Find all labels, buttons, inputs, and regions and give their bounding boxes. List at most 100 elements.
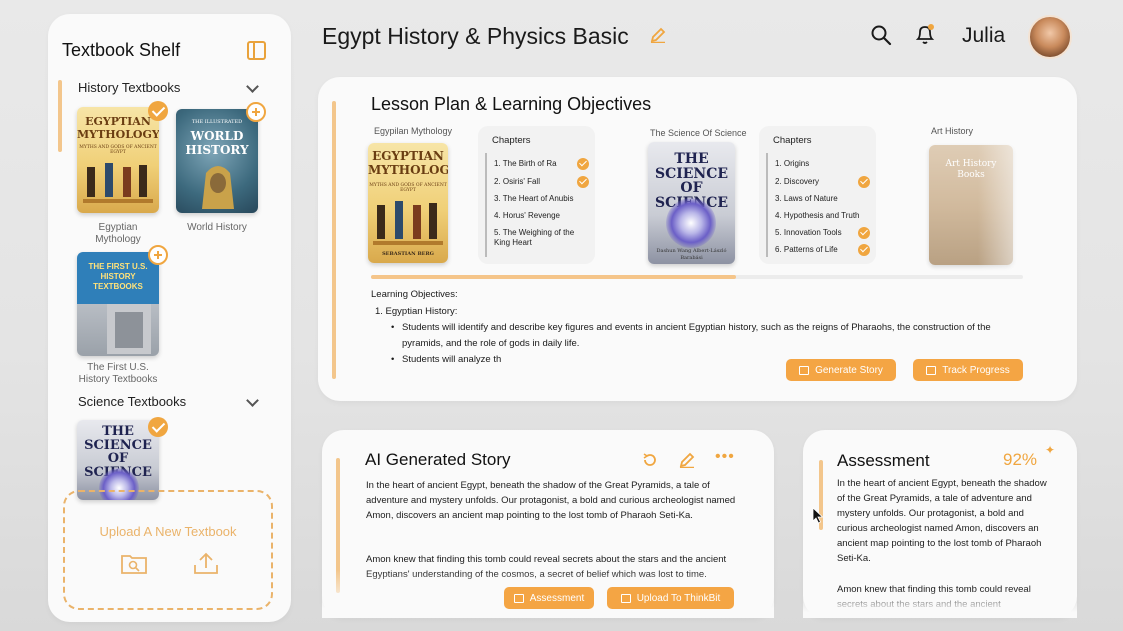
chapter-item[interactable]: 5. The Weighing of the King Heart <box>494 228 590 248</box>
chapter-item[interactable]: 3. Laws of Nature <box>775 194 838 204</box>
folder-search-icon[interactable] <box>121 552 147 574</box>
pharaoh-mask-illustration <box>202 166 234 209</box>
check-icon <box>858 244 870 256</box>
chapter-item[interactable]: 2. Discovery <box>775 177 819 187</box>
avatar[interactable] <box>1028 15 1072 59</box>
book-cover-subtitle: MYTHS AND GODS OF ANCIENT EGYPT <box>79 145 157 155</box>
bell-icon[interactable] <box>913 22 937 46</box>
check-icon[interactable] <box>148 101 168 121</box>
story-paragraph: In the heart of ancient Egypt, beneath t… <box>366 480 736 521</box>
chapters-track <box>485 153 487 257</box>
upload-icon[interactable] <box>193 552 219 574</box>
upload-textbook-dropzone[interactable]: Upload A New Textbook <box>63 490 273 610</box>
chapters-card-science: Chapters 1. Origins 2. Discovery 3. Laws… <box>759 126 876 264</box>
lesson-book-science-of-science[interactable]: THE SCIENCE OF SCIENCE Dashun Wang Alber… <box>648 142 735 264</box>
shelf-scroll-indicator[interactable] <box>58 80 62 152</box>
book-label-science: The Science Of Science <box>650 128 747 138</box>
lesson-scroll-indicator[interactable] <box>332 101 336 379</box>
pencil-icon[interactable] <box>650 27 666 43</box>
check-icon[interactable] <box>148 417 168 437</box>
assessment-card: Assessment 92% ✦ In the heart of ancient… <box>803 430 1077 618</box>
book-caption-us: The First U.S. History Textbooks <box>78 362 158 385</box>
upload-label: Upload A New Textbook <box>99 524 237 539</box>
burst-illustration <box>666 198 716 248</box>
refresh-icon[interactable] <box>642 452 658 468</box>
check-icon <box>577 158 589 170</box>
generate-story-button[interactable]: Generate Story <box>786 359 896 381</box>
book-cover-subtitle: MYTHS AND GODS OF ANCIENT EGYPT <box>369 183 447 193</box>
chapter-item[interactable]: 1. Origins <box>775 159 809 169</box>
chapters-track <box>766 153 768 257</box>
book-cover-title: WORLD HISTORY <box>185 129 249 157</box>
track-progress-label: Track Progress <box>942 364 1010 376</box>
story-title: AI Generated Story <box>365 450 511 469</box>
book-label-art: Art History <box>931 126 974 136</box>
bullet-dot: • <box>391 322 395 333</box>
pencil-icon[interactable] <box>679 452 695 468</box>
egyptian-figures-illustration <box>373 201 443 245</box>
book-cover-title: THE FIRST U.S. HISTORY TEXTBOOKS <box>88 262 148 291</box>
check-icon <box>858 227 870 239</box>
lesson-progress-track[interactable] <box>371 275 1023 279</box>
lesson-book-egyptian-mythology[interactable]: EGYPTIAN MYTHOLOGY MYTHS AND GODS OF ANC… <box>368 143 448 263</box>
shelf-title: Textbook Shelf <box>62 40 181 60</box>
ai-story-card: AI Generated Story ••• In the heart of a… <box>322 430 774 618</box>
objectives-heading: Learning Objectives: <box>371 289 458 300</box>
assessment-button[interactable]: Assessment <box>504 587 594 609</box>
plus-icon[interactable] <box>148 245 168 265</box>
lesson-plan-title: Lesson Plan & Learning Objectives <box>371 94 652 114</box>
assessment-title: Assessment <box>837 451 930 470</box>
carousel-fade <box>978 117 1068 277</box>
book-caption-world: World History <box>187 222 247 233</box>
generate-story-label: Generate Story <box>815 364 883 376</box>
objective-bullet: Students will identify and describe key … <box>402 322 991 349</box>
book-author: SEBASTIAN BERG <box>382 251 434 257</box>
chapter-item[interactable]: 2. Osiris' Fall <box>494 177 540 187</box>
book-science-of-science[interactable]: THE SCIENCE OF SCIENCE <box>77 420 159 500</box>
check-icon <box>577 176 589 188</box>
story-icon <box>799 365 810 375</box>
upload-thinkbit-button[interactable]: Upload To ThinkBit <box>607 587 734 609</box>
book-egyptian-mythology[interactable]: EGYPTIAN MYTHOLOGY MYTHS AND GODS OF ANC… <box>77 107 159 213</box>
objective-title: 1. Egyptian History: <box>375 306 458 317</box>
section-science-textbooks[interactable]: Science Textbooks <box>78 394 186 409</box>
book-caption-egyptian: Egyptian Mythology <box>95 222 141 245</box>
textbook-shelf-panel: Textbook Shelf History Textbooks EGYPTIA… <box>48 14 291 622</box>
lesson-progress-fill <box>371 275 737 279</box>
book-cover-title: EGYPTIAN MYTHOLOGY <box>77 115 159 141</box>
chapters-card-egyptian: Chapters 1. The Birth of Ra 2. Osiris' F… <box>478 126 595 264</box>
egyptian-figures-illustration <box>83 163 153 203</box>
book-world-history[interactable]: THE ILLUSTRATED WORLD HISTORY <box>176 109 258 213</box>
sidebar-toggle-icon[interactable] <box>247 41 266 60</box>
chapter-item[interactable]: 4. Horus' Revenge <box>494 211 560 221</box>
progress-icon <box>926 365 937 375</box>
lesson-plan-card: Lesson Plan & Learning Objectives Egypil… <box>318 77 1077 401</box>
assessment-fade <box>803 590 1077 618</box>
chapter-item[interactable]: 1. The Birth of Ra <box>494 159 557 169</box>
page-title: Egypt History & Physics Basic <box>322 23 629 49</box>
track-progress-button[interactable]: Track Progress <box>913 359 1023 381</box>
assessment-label: Assessment <box>529 592 585 604</box>
search-icon[interactable] <box>870 24 892 46</box>
assessment-score: 92% <box>1003 450 1038 469</box>
book-label-egyptian: Egypilan Mythology <box>374 126 453 136</box>
chapter-item[interactable]: 5. Innovation Tools <box>775 228 842 238</box>
cursor-icon <box>812 507 824 524</box>
chapter-item[interactable]: 6. Patterns of Life <box>775 245 838 255</box>
chevron-down-icon[interactable] <box>246 80 259 93</box>
user-name[interactable]: Julia <box>962 24 1005 48</box>
engraving-illustration <box>107 304 151 354</box>
upload-icon <box>620 593 631 603</box>
check-icon <box>858 176 870 188</box>
book-first-us-history[interactable]: THE FIRST U.S. HISTORY TEXTBOOKS <box>77 252 159 356</box>
upload-thinkbit-label: Upload To ThinkBit <box>636 592 721 604</box>
chapter-item[interactable]: 4. Hypothesis and Truth <box>775 211 860 221</box>
plus-icon[interactable] <box>246 102 266 122</box>
section-history-textbooks[interactable]: History Textbooks <box>78 80 180 95</box>
book-authors: Dashun Wang Albert-László Barabási <box>656 248 727 261</box>
chevron-down-icon[interactable] <box>246 394 259 407</box>
bullet-dot: • <box>391 354 395 365</box>
assessment-paragraph: In the heart of ancient Egypt, beneath t… <box>837 478 1047 564</box>
chapter-item[interactable]: 3. The Heart of Anubis <box>494 194 573 204</box>
more-icon[interactable]: ••• <box>715 448 735 466</box>
